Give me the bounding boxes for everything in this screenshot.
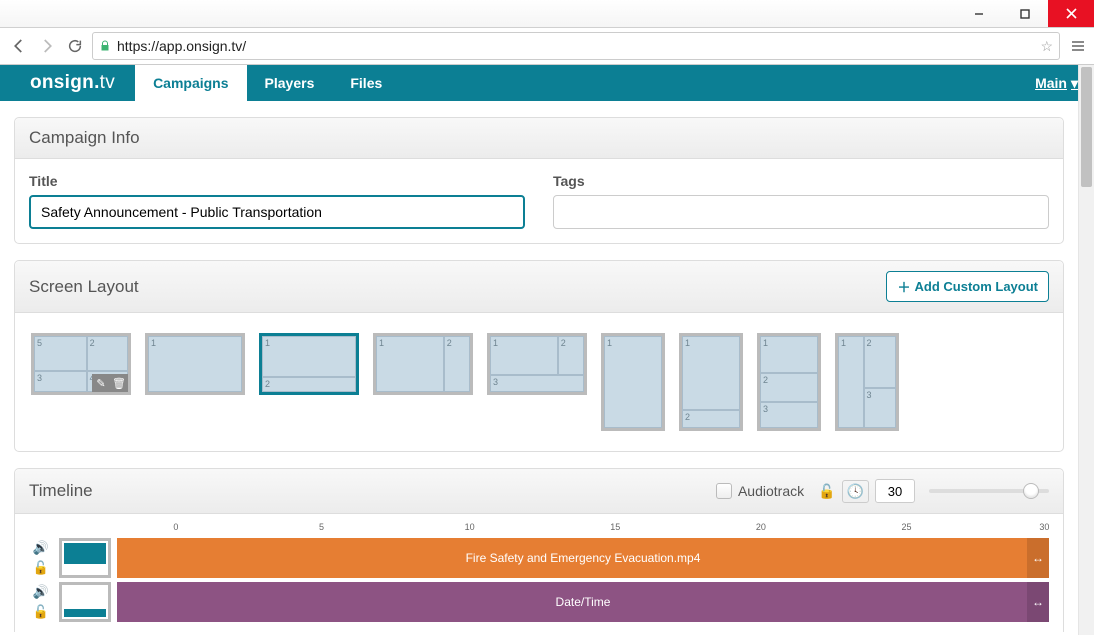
layout-option-5[interactable]: 1 bbox=[601, 333, 665, 431]
unlock-icon[interactable]: 🔓 bbox=[818, 483, 835, 500]
layout-option-0[interactable]: 5 2 3 4 ✎🗑 bbox=[31, 333, 131, 395]
layout-option-6[interactable]: 1 2 bbox=[679, 333, 743, 431]
speaker-icon[interactable]: 🔊 bbox=[33, 540, 49, 556]
clip-label: Date/Time bbox=[556, 595, 611, 609]
timeline-heading: Timeline bbox=[29, 481, 93, 501]
clip-label: Fire Safety and Emergency Evacuation.mp4 bbox=[466, 551, 701, 565]
title-input[interactable] bbox=[29, 195, 525, 229]
layout-option-4[interactable]: 1 2 3 bbox=[487, 333, 587, 395]
back-button[interactable] bbox=[8, 35, 30, 57]
browser-toolbar: https://app.onsign.tv/ ☆ bbox=[0, 28, 1094, 64]
reload-button[interactable] bbox=[64, 35, 86, 57]
campaign-info-panel: Campaign Info Title Tags bbox=[14, 117, 1064, 244]
zoom-slider[interactable] bbox=[929, 489, 1049, 493]
clip-0[interactable]: Fire Safety and Emergency Evacuation.mp4… bbox=[117, 538, 1049, 578]
screen-layout-panel: Screen Layout ＋Add Custom Layout 5 2 3 4… bbox=[14, 260, 1064, 452]
window-titlebar bbox=[0, 0, 1094, 28]
clock-icon: 🕓 bbox=[842, 480, 869, 503]
vertical-scrollbar[interactable] bbox=[1078, 65, 1094, 635]
track-thumb-0[interactable] bbox=[59, 538, 111, 578]
layout-option-3[interactable]: 1 2 bbox=[373, 333, 473, 395]
browser-menu-button[interactable] bbox=[1066, 38, 1086, 54]
campaign-info-heading: Campaign Info bbox=[29, 128, 140, 148]
screen-layout-heading: Screen Layout bbox=[29, 277, 139, 297]
browser-chrome: https://app.onsign.tv/ ☆ bbox=[0, 0, 1094, 65]
tab-campaigns[interactable]: Campaigns bbox=[135, 65, 246, 101]
logo[interactable]: onsign.tv bbox=[0, 65, 135, 101]
unlock-icon[interactable]: 🔓 bbox=[33, 604, 49, 620]
url-text: https://app.onsign.tv/ bbox=[117, 38, 1034, 54]
layout-option-2[interactable]: 1 2 bbox=[259, 333, 359, 395]
timeline-ruler: 0 5 10 15 20 25 30 bbox=[91, 522, 1049, 536]
tab-files[interactable]: Files bbox=[332, 65, 400, 101]
tags-input[interactable] bbox=[553, 195, 1049, 229]
audiotrack-label: Audiotrack bbox=[738, 483, 804, 499]
clip-resize-handle[interactable]: ↔ bbox=[1027, 582, 1049, 622]
title-label: Title bbox=[29, 173, 525, 189]
tags-label: Tags bbox=[553, 173, 1049, 189]
timeline-track-0: 🔊 🔓 Fire Safety and Emergency Evacuation.… bbox=[29, 538, 1049, 578]
bookmark-star-icon[interactable]: ☆ bbox=[1040, 38, 1053, 55]
timeline-track-1: 🔊 🔓 Date/Time ↔ bbox=[29, 582, 1049, 622]
chevron-down-icon: ▾ bbox=[1071, 75, 1078, 92]
add-custom-layout-button[interactable]: ＋Add Custom Layout bbox=[886, 271, 1049, 302]
layout-option-8[interactable]: 1 2 3 bbox=[835, 333, 899, 431]
window-close-button[interactable] bbox=[1048, 0, 1094, 27]
unlock-icon[interactable]: 🔓 bbox=[33, 560, 49, 576]
plus-icon: ＋ bbox=[897, 277, 910, 296]
duration-input[interactable] bbox=[875, 479, 915, 503]
clip-1[interactable]: Date/Time ↔ bbox=[117, 582, 1049, 622]
address-bar[interactable]: https://app.onsign.tv/ ☆ bbox=[92, 32, 1060, 60]
layout-option-7[interactable]: 1 2 3 bbox=[757, 333, 821, 431]
track-thumb-1[interactable] bbox=[59, 582, 111, 622]
app-topnav: onsign.tv Campaigns Players Files Main▾ bbox=[0, 65, 1094, 101]
nav-tabs: Campaigns Players Files bbox=[135, 65, 400, 101]
trash-icon[interactable]: 🗑 bbox=[110, 374, 128, 392]
forward-button[interactable] bbox=[36, 35, 58, 57]
tab-players[interactable]: Players bbox=[247, 65, 333, 101]
window-minimize-button[interactable] bbox=[956, 0, 1002, 27]
checkbox-box bbox=[716, 483, 732, 499]
clip-resize-handle[interactable]: ↔ bbox=[1027, 538, 1049, 578]
user-label: Main bbox=[1035, 75, 1067, 91]
lock-icon bbox=[99, 40, 111, 52]
layout-option-1[interactable]: 1 bbox=[145, 333, 245, 395]
edit-icon[interactable]: ✎ bbox=[92, 374, 110, 392]
speaker-icon[interactable]: 🔊 bbox=[33, 584, 49, 600]
audiotrack-checkbox[interactable]: Audiotrack bbox=[716, 483, 804, 499]
timeline-panel: Timeline Audiotrack 🔓 🕓 0 5 10 15 bbox=[14, 468, 1064, 632]
window-maximize-button[interactable] bbox=[1002, 0, 1048, 27]
slider-handle[interactable] bbox=[1023, 483, 1039, 499]
layout-list: 5 2 3 4 ✎🗑 1 1 2 bbox=[29, 327, 1049, 437]
scrollbar-thumb[interactable] bbox=[1081, 67, 1092, 187]
